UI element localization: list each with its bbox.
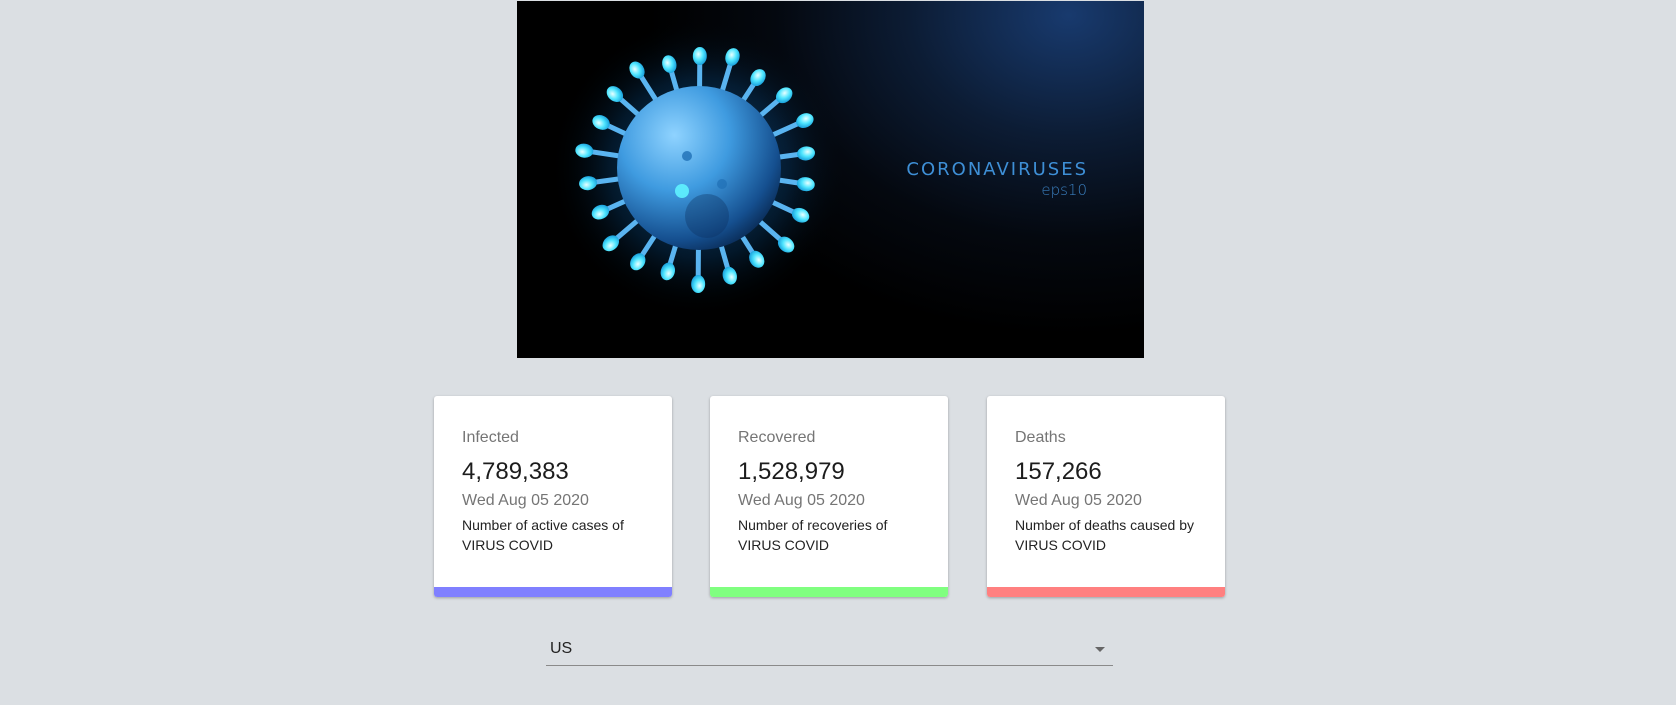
card-color-bar: [434, 587, 672, 597]
page: CORONAVIRUSES eps10 Infected 4,789,383 W…: [0, 0, 1676, 705]
card-date: Wed Aug 05 2020: [462, 492, 589, 509]
card-description: Number of recoveries of VIRUS COVID: [738, 517, 888, 553]
card-date: Wed Aug 05 2020: [1015, 492, 1142, 509]
card-description: Number of deaths caused by VIRUS COVID: [1015, 517, 1194, 553]
card-value: 157,266: [1015, 458, 1102, 485]
card-label: Recovered: [738, 429, 816, 446]
card-color-bar: [710, 587, 948, 597]
card-label: Deaths: [1015, 429, 1066, 446]
card-description: Number of active cases of VIRUS COVID: [462, 517, 624, 553]
country-select[interactable]: US: [546, 630, 1113, 666]
card-value: 1,528,979: [738, 458, 845, 485]
coronavirus-banner-image: CORONAVIRUSES eps10: [517, 1, 1144, 358]
card-label: Infected: [462, 429, 519, 446]
banner-subtitle: eps10: [1041, 181, 1087, 199]
country-select-value: US: [550, 640, 573, 657]
card-date: Wed Aug 05 2020: [738, 492, 865, 509]
recovered-card: Recovered 1,528,979 Wed Aug 05 2020 Numb…: [710, 396, 948, 597]
caret-down-icon[interactable]: [1095, 647, 1105, 652]
card-color-bar: [987, 587, 1225, 597]
infected-card: Infected 4,789,383 Wed Aug 05 2020 Numbe…: [434, 396, 672, 597]
banner-title: CORONAVIRUSES: [906, 159, 1088, 180]
card-value: 4,789,383: [462, 458, 569, 485]
deaths-card: Deaths 157,266 Wed Aug 05 2020 Number of…: [987, 396, 1225, 597]
